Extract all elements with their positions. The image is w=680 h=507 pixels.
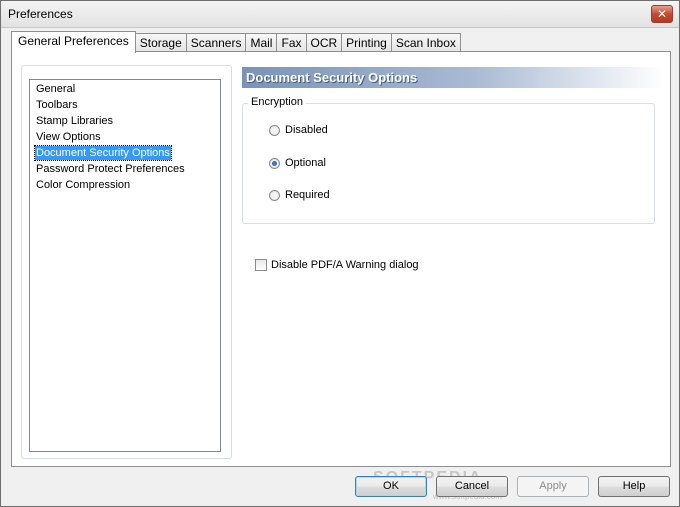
close-icon: ✕ <box>656 7 668 21</box>
nav-frame: General Toolbars Stamp Libraries View Op… <box>21 65 232 459</box>
list-item-color-compression[interactable]: Color Compression <box>35 178 131 192</box>
tab-storage[interactable]: Storage <box>135 33 187 52</box>
tab-fax[interactable]: Fax <box>277 33 307 52</box>
tab-scan-inbox[interactable]: Scan Inbox <box>391 33 461 52</box>
preferences-dialog: Preferences ✕ General Preferences Storag… <box>0 0 680 507</box>
tab-ocr[interactable]: OCR <box>306 33 343 52</box>
checkbox-icon[interactable] <box>255 259 267 271</box>
list-item-stamp-libraries[interactable]: Stamp Libraries <box>35 114 114 128</box>
radio-required[interactable]: Required <box>269 188 330 202</box>
list-item-toolbars[interactable]: Toolbars <box>35 98 79 112</box>
tab-general-preferences[interactable]: General Preferences <box>11 31 136 53</box>
radio-checked-icon[interactable] <box>269 157 280 169</box>
list-item-view-options[interactable]: View Options <box>35 130 102 144</box>
radio-disabled-label: Disabled <box>285 124 328 136</box>
encryption-legend: Encryption <box>248 96 306 108</box>
radio-required-label: Required <box>285 189 330 201</box>
list-item-password-protect-preferences[interactable]: Password Protect Preferences <box>35 162 186 176</box>
general-preferences-panel: General Toolbars Stamp Libraries View Op… <box>11 51 671 467</box>
ok-button[interactable]: OK <box>355 476 427 497</box>
disable-pdfa-warning-label: Disable PDF/A Warning dialog <box>271 259 419 271</box>
tab-mail[interactable]: Mail <box>246 33 278 52</box>
apply-button[interactable]: Apply <box>517 476 589 497</box>
tab-strip: General Preferences Storage Scanners Mai… <box>11 31 461 53</box>
radio-disabled[interactable]: Disabled <box>269 123 328 137</box>
help-button[interactable]: Help <box>598 476 670 497</box>
radio-circle-icon[interactable] <box>269 124 280 136</box>
tab-scanners[interactable]: Scanners <box>186 33 247 52</box>
radio-optional-label: Optional <box>285 157 326 169</box>
preferences-category-list[interactable]: General Toolbars Stamp Libraries View Op… <box>29 79 221 452</box>
tab-printing[interactable]: Printing <box>342 33 392 52</box>
cancel-button[interactable]: Cancel <box>436 476 508 497</box>
disable-pdfa-warning-checkbox[interactable]: Disable PDF/A Warning dialog <box>255 258 419 272</box>
window-title: Preferences <box>8 7 73 21</box>
title-bar[interactable]: Preferences ✕ <box>1 1 679 28</box>
list-item-general[interactable]: General <box>35 82 76 96</box>
list-item-document-security-options[interactable]: Document Security Options <box>34 145 172 161</box>
radio-optional[interactable]: Optional <box>269 156 326 170</box>
radio-circle-icon[interactable] <box>269 189 280 201</box>
encryption-group: Encryption Disabled Optional Required <box>242 96 655 224</box>
section-title: Document Security Options <box>242 67 664 88</box>
close-button[interactable]: ✕ <box>651 5 673 23</box>
